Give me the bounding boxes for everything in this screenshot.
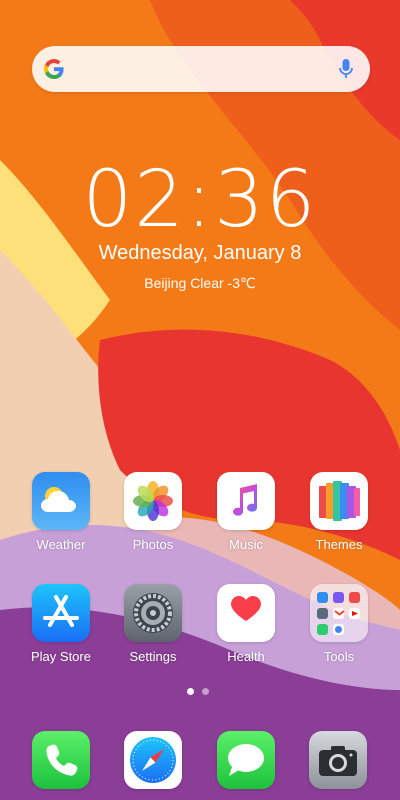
- clock-date: Wednesday, January 8: [98, 242, 302, 264]
- health-heart-icon: [217, 584, 275, 642]
- dock-messages[interactable]: [217, 731, 275, 789]
- dock-camera[interactable]: [309, 731, 367, 789]
- app-label: Play Store: [31, 649, 91, 664]
- page-dot-active[interactable]: [187, 688, 194, 695]
- themes-icon: [310, 472, 368, 530]
- app-label: Settings: [129, 649, 177, 664]
- camera-icon: [309, 731, 367, 789]
- microphone-icon[interactable]: [338, 57, 354, 81]
- dock-safari[interactable]: [124, 731, 182, 789]
- google-g-icon[interactable]: [42, 57, 66, 81]
- settings-gear-icon: [124, 584, 182, 642]
- messages-icon: [217, 731, 275, 789]
- safari-compass-icon: [124, 731, 182, 789]
- app-settings[interactable]: Settings: [108, 584, 198, 664]
- page-dot[interactable]: [202, 688, 209, 695]
- app-photos[interactable]: Photos: [108, 472, 198, 552]
- weather-summary[interactable]: Beijing Clear -3℃: [0, 275, 400, 292]
- google-search-bar[interactable]: [32, 46, 370, 92]
- tools-folder-icon: [310, 584, 368, 642]
- app-weather[interactable]: Weather: [16, 472, 106, 552]
- app-label: Themes: [315, 537, 363, 552]
- app-themes[interactable]: Themes: [294, 472, 384, 552]
- app-health[interactable]: Health: [201, 584, 291, 664]
- app-label: Tools: [323, 649, 355, 664]
- app-label: Photos: [132, 537, 174, 552]
- app-music[interactable]: Music: [201, 472, 291, 552]
- page-indicator[interactable]: [187, 688, 213, 696]
- app-label: Music: [229, 537, 263, 552]
- app-store-icon: [32, 584, 90, 642]
- app-tools-folder[interactable]: Tools: [294, 584, 384, 664]
- dock-phone[interactable]: [32, 731, 90, 789]
- photos-icon: [124, 472, 182, 530]
- music-icon: [217, 472, 275, 530]
- wallpaper: [0, 0, 400, 800]
- home-screen: 02:36 Wednesday, January 8 Beijing Clear…: [0, 0, 400, 800]
- weather-icon: [32, 472, 90, 530]
- app-play-store[interactable]: Play Store: [16, 584, 106, 664]
- app-label: Weather: [36, 537, 86, 552]
- app-label: Health: [227, 649, 265, 664]
- clock-time[interactable]: 02:36: [0, 155, 400, 245]
- phone-icon: [32, 731, 90, 789]
